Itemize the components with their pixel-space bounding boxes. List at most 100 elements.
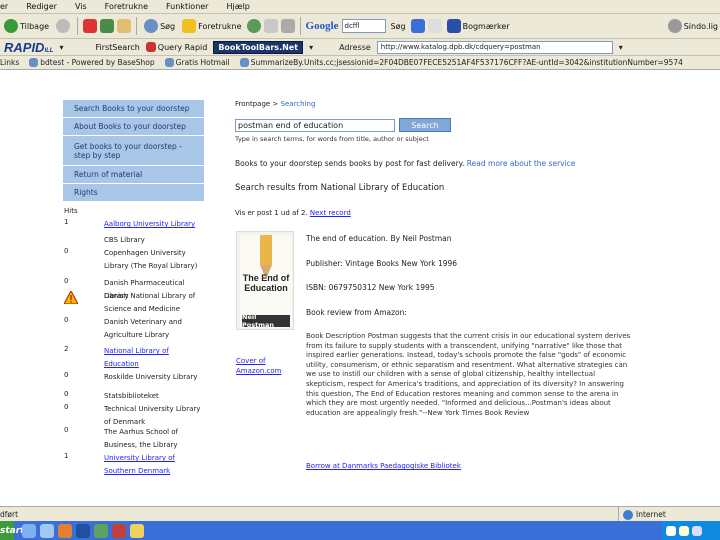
nav-item-search[interactable]: Search Books to your doorstep <box>63 100 204 118</box>
library-row: 0 Roskilde University Library <box>64 371 198 381</box>
page-content: Search Books to your doorstep About Book… <box>0 70 720 506</box>
start-button[interactable]: start <box>0 521 24 540</box>
forward-button[interactable] <box>54 19 72 33</box>
word-icon[interactable] <box>76 523 90 538</box>
search-toolbar-button[interactable]: Søg <box>142 19 177 33</box>
stop-icon[interactable] <box>83 19 98 33</box>
link-hotmail[interactable]: Gratis Hotmail <box>164 58 230 67</box>
ie-quicklaunch-icon[interactable] <box>22 523 36 538</box>
library-row: 1 Aalborg University Library <box>64 218 204 231</box>
page-icon <box>164 58 174 67</box>
query-rapid-label: Query Rapid <box>157 42 208 52</box>
book-isbn: ISBN: 0679750312 New York 1995 <box>306 283 435 292</box>
link-bdtest[interactable]: bdtest - Powered by BaseShop <box>29 58 155 67</box>
search-hint: Type in search terms, for words from tit… <box>235 135 429 143</box>
forward-arrow-icon <box>56 19 71 33</box>
google-search-button[interactable]: Søg <box>389 22 408 31</box>
library-row: 2 National Library of Education <box>64 345 204 371</box>
internet-globe-icon <box>623 509 633 520</box>
library-link[interactable]: University Library of Southern Denmark <box>104 452 204 478</box>
tray-icon[interactable] <box>692 525 702 536</box>
refresh-icon[interactable] <box>100 19 115 33</box>
library-row: 0 Copenhagen University Library (The Roy… <box>64 247 198 270</box>
read-more-link[interactable]: Read more about the service <box>467 159 576 168</box>
tray-icon[interactable] <box>666 525 676 536</box>
back-button[interactable]: Tilbage <box>2 19 51 33</box>
dropdown-arrow-icon[interactable]: ▾ <box>59 43 63 52</box>
breadcrumb-home[interactable]: Frontpage <box>235 100 270 108</box>
pagerank-icon[interactable] <box>427 19 442 33</box>
media-icon[interactable] <box>58 523 72 538</box>
borrow-link[interactable]: Borrow at Danmarks Paedagogiske Bibliote… <box>306 462 461 470</box>
tray-icon[interactable] <box>679 525 689 536</box>
bookmarks-label: Bogmærker <box>462 21 510 31</box>
menu-item-favorites[interactable]: Foretrukne <box>105 2 148 11</box>
print-icon[interactable] <box>280 19 295 33</box>
book-publisher: Publisher: Vintage Books New York 1996 <box>306 259 458 268</box>
nav-item-rights[interactable]: Rights <box>63 184 204 202</box>
search-button[interactable]: Search <box>399 118 451 132</box>
menu-bar: er Rediger Vis Foretrukne Funktioner Hjæ… <box>0 0 720 14</box>
star-icon <box>182 19 197 33</box>
bookmarks-button[interactable]: Bogmærker <box>445 19 512 33</box>
taskbar: start <box>0 521 720 540</box>
menu-item-view[interactable]: Vis <box>75 2 87 11</box>
back-arrow-icon <box>4 19 18 33</box>
first-search-button[interactable]: FirstSearch <box>95 43 139 52</box>
pagerank-button[interactable]: Sindo.lig <box>666 19 720 33</box>
back-label: Tilbage <box>20 21 50 31</box>
google-options-icon[interactable] <box>410 19 425 33</box>
google-search-label: Søg <box>390 21 406 31</box>
library-row: 0 Statsbiblioteket <box>64 390 159 400</box>
menu-item-help[interactable]: Hjælp <box>226 2 249 11</box>
menu-item-edit[interactable]: Rediger <box>26 2 57 11</box>
toolbar-separator <box>77 17 79 35</box>
cover-author: Neil Postman <box>242 313 290 329</box>
page-icon <box>29 58 39 67</box>
review-label: Book review from Amazon: <box>306 308 407 317</box>
app-icon[interactable] <box>94 523 108 538</box>
next-record-link[interactable]: Next record <box>310 209 351 217</box>
dropdown-arrow-icon[interactable]: ▾ <box>619 43 623 52</box>
address-label: Adresse <box>339 42 371 52</box>
results-heading: Search results from National Library of … <box>235 183 445 193</box>
amazon-cover-link[interactable]: Cover of Amazon.com <box>236 356 296 376</box>
library-row: CBS Library <box>104 236 145 244</box>
nav-item-about[interactable]: About Books to your doorstep <box>63 118 204 136</box>
menu-item-file[interactable]: er <box>0 2 8 11</box>
library-row: Danish National Library of Science and M… <box>104 292 196 313</box>
search-input[interactable]: postman end of education <box>235 119 395 132</box>
google-search-input[interactable]: dcffl <box>341 19 386 33</box>
link-summarize[interactable]: SummarizeBy.Units.cc;jsessionid=2F04DBE0… <box>239 58 683 67</box>
rapid-toolbar: RAPIDILL ▾ FirstSearch Query Rapid BookT… <box>0 39 720 56</box>
search-toolbar-label: Søg <box>160 21 176 31</box>
booktoolbars-banner[interactable]: BookToolBars.Net <box>213 40 304 54</box>
dropdown-arrow-icon[interactable]: ▾ <box>309 43 313 52</box>
pencil-illustration <box>260 235 272 265</box>
library-row: 1 University Library of Southern Denmark <box>64 452 204 478</box>
nav-item-return[interactable]: Return of material <box>63 166 204 184</box>
settings-icon <box>667 19 682 33</box>
app-icon[interactable] <box>112 523 126 538</box>
cover-title: The End of Education <box>242 273 290 293</box>
desktop-icon[interactable] <box>40 523 54 538</box>
nav-item-step-by-step[interactable]: Get books to your doorstep - step by ste… <box>63 136 204 166</box>
library-link[interactable]: Aalborg University Library <box>104 218 204 231</box>
bookmark-star-icon <box>446 19 461 33</box>
library-row: 0 The Aarhus School of Business, the Lib… <box>64 426 179 449</box>
security-zone: Internet <box>618 507 714 522</box>
address-input[interactable]: http://www.katalog.dpb.dk/cdquery=postma… <box>376 40 613 54</box>
library-link[interactable]: National Library of Education <box>104 345 204 371</box>
rapid-logo[interactable]: RAPIDILL <box>0 40 53 55</box>
home-icon[interactable] <box>117 19 132 33</box>
query-rapid-button[interactable]: Query Rapid <box>145 42 208 52</box>
mail-icon[interactable] <box>263 19 278 33</box>
navigation-toolbar: Tilbage Søg Foretrukne Google dcffl Søg … <box>0 14 720 39</box>
history-icon[interactable] <box>246 19 261 33</box>
app-icon[interactable] <box>130 523 144 538</box>
library-row: 0 Danish Veterinary and Agriculture Libr… <box>64 316 182 339</box>
favorites-button[interactable]: Foretrukne <box>180 19 243 33</box>
menu-item-tools[interactable]: Funktioner <box>166 2 208 11</box>
first-search-label: FirstSearch <box>95 42 140 52</box>
toolbar-separator <box>299 17 301 35</box>
